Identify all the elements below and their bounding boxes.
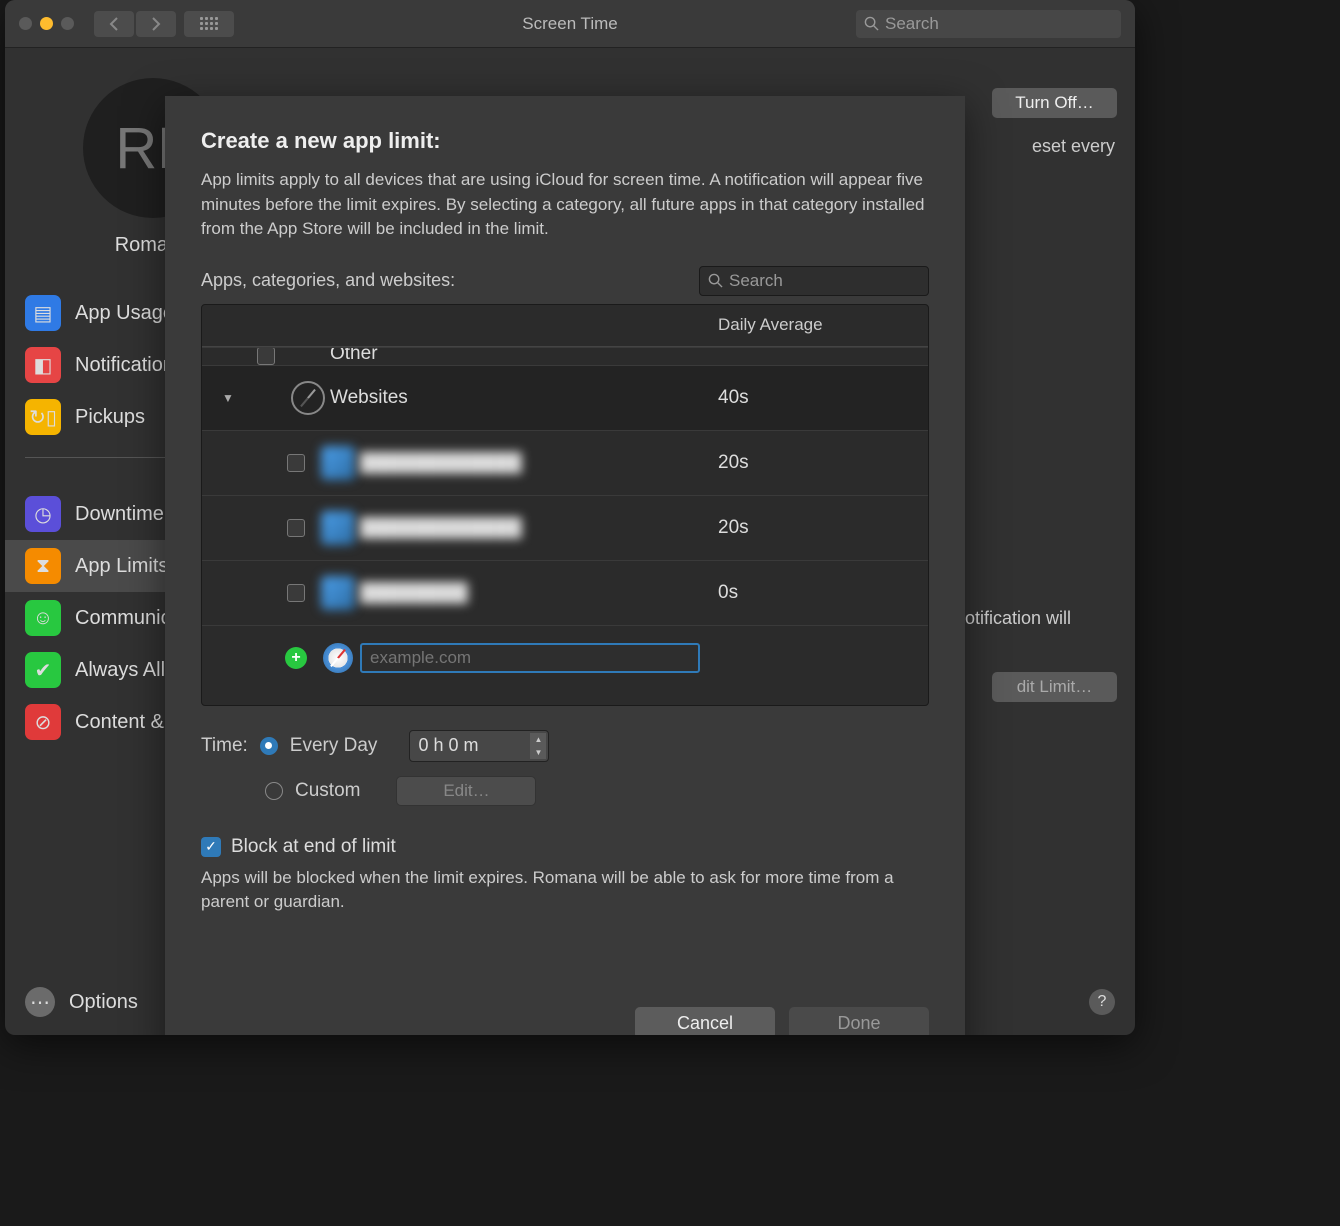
edit-limit-button[interactable]: dit Limit…: [992, 672, 1117, 702]
sheet-title: Create a new app limit:: [201, 128, 929, 154]
main-body: RL Romana ▤App Usage ◧Notifications ↻▯Pi…: [5, 48, 1135, 1035]
safari-icon: [323, 643, 353, 673]
block-checkbox[interactable]: ✓: [201, 837, 221, 857]
options-icon: ⋯: [25, 987, 55, 1017]
sidebar-item-label: App Usage: [75, 302, 174, 325]
window-title: Screen Time: [522, 14, 617, 34]
forward-button[interactable]: [136, 11, 176, 37]
row-value: 0s: [718, 582, 928, 604]
sidebar-item-options[interactable]: ⋯ Options: [25, 987, 138, 1017]
row-value: 40s: [718, 387, 928, 409]
custom-row: Custom Edit…: [201, 776, 929, 806]
row-value: 20s: [718, 517, 928, 539]
list-column-header: Daily Average: [202, 305, 928, 347]
app-limits-icon: ⧗: [25, 548, 61, 584]
sidebar-item-label: Downtime: [75, 503, 164, 526]
apps-list: Daily Average Other ▼: [201, 304, 929, 706]
time-row: Time: Every Day 0 h 0 m ▲ ▼: [201, 730, 929, 762]
website-icon: [321, 511, 355, 545]
downtime-icon: ◷: [25, 496, 61, 532]
cancel-button[interactable]: Cancel: [635, 1007, 775, 1035]
list-row-add-website: +: [202, 625, 928, 690]
create-app-limit-sheet: Create a new app limit: App limits apply…: [165, 96, 965, 1035]
edit-button: Edit…: [396, 776, 536, 806]
time-stepper[interactable]: 0 h 0 m ▲ ▼: [409, 730, 549, 762]
app-usage-icon: ▤: [25, 295, 61, 331]
list-row-website-3[interactable]: ████████ 0s: [202, 560, 928, 625]
help-button[interactable]: ?: [1089, 989, 1115, 1015]
row-name: ████████████: [360, 517, 718, 539]
row-value: 20s: [718, 452, 928, 474]
preferences-window: Screen Time Search RL Romana ▤App Usage …: [5, 0, 1135, 1035]
search-icon: [708, 273, 723, 288]
close-window-icon[interactable]: [19, 17, 32, 30]
zoom-window-icon[interactable]: [61, 17, 74, 30]
checkbox[interactable]: [287, 454, 305, 472]
list-row-website-1[interactable]: ████████████ 20s: [202, 430, 928, 495]
bg-text-reset: eset every: [1032, 136, 1115, 157]
row-name: Other: [330, 347, 718, 365]
done-button[interactable]: Done: [789, 1007, 929, 1035]
list-search-placeholder: Search: [729, 271, 783, 291]
stepper-buttons: ▲ ▼: [530, 733, 546, 759]
pickups-icon: ↻▯: [25, 399, 61, 435]
checkbox[interactable]: [257, 347, 275, 365]
time-label: Time:: [201, 735, 248, 757]
checkbox[interactable]: [287, 584, 305, 602]
communication-icon: ☺: [25, 600, 61, 636]
content-privacy-icon: ⊘: [25, 704, 61, 740]
sidebar-item-label: App Limits: [75, 555, 168, 578]
custom-label: Custom: [295, 780, 360, 802]
website-icon: [321, 446, 355, 480]
block-at-end-row: ✓ Block at end of limit: [201, 836, 929, 858]
checkbox[interactable]: [287, 519, 305, 537]
list-rows[interactable]: Other ▼ Websites 40s: [202, 347, 928, 705]
website-url-input[interactable]: [360, 643, 700, 673]
sidebar-item-label: Options: [69, 991, 138, 1014]
back-button[interactable]: [94, 11, 134, 37]
add-website-button[interactable]: +: [285, 647, 307, 669]
always-allowed-icon: ✔: [25, 652, 61, 688]
traffic-lights: [19, 17, 74, 30]
list-row-websites[interactable]: ▼ Websites 40s: [202, 365, 928, 430]
block-label: Block at end of limit: [231, 836, 396, 858]
search-icon: [864, 16, 879, 31]
sheet-description: App limits apply to all devices that are…: [201, 168, 929, 242]
row-name: ████████: [360, 582, 718, 604]
block-description: Apps will be blocked when the limit expi…: [201, 866, 929, 914]
time-value: 0 h 0 m: [418, 735, 478, 756]
minimize-window-icon[interactable]: [40, 17, 53, 30]
custom-radio[interactable]: [265, 782, 283, 800]
website-icon: [321, 576, 355, 610]
every-day-label: Every Day: [290, 735, 378, 757]
stepper-up-icon[interactable]: ▲: [530, 733, 546, 746]
notifications-icon: ◧: [25, 347, 61, 383]
bg-text-notification: otification will: [965, 608, 1115, 629]
dialog-buttons: Cancel Done: [635, 1007, 929, 1035]
list-search-input[interactable]: Search: [699, 266, 929, 296]
list-row-other[interactable]: Other: [202, 347, 928, 365]
row-name: ████████████: [360, 452, 718, 474]
daily-average-header: Daily Average: [718, 315, 928, 335]
list-header-row: Apps, categories, and websites: Search: [201, 266, 929, 296]
list-label: Apps, categories, and websites:: [201, 270, 455, 291]
turn-off-button[interactable]: Turn Off…: [992, 88, 1117, 118]
toolbar-search-placeholder: Search: [885, 14, 939, 34]
stepper-down-icon[interactable]: ▼: [530, 746, 546, 759]
disclosure-triangle-icon[interactable]: ▼: [222, 391, 246, 405]
list-row-website-2[interactable]: ████████████ 20s: [202, 495, 928, 560]
sidebar-item-label: Pickups: [75, 406, 145, 429]
row-name: Websites: [330, 387, 718, 409]
every-day-radio[interactable]: [260, 737, 278, 755]
nav-buttons: [94, 11, 176, 37]
show-all-button[interactable]: [184, 11, 234, 37]
compass-icon: [291, 381, 325, 415]
toolbar-search[interactable]: Search: [856, 10, 1121, 38]
titlebar: Screen Time Search: [5, 0, 1135, 48]
